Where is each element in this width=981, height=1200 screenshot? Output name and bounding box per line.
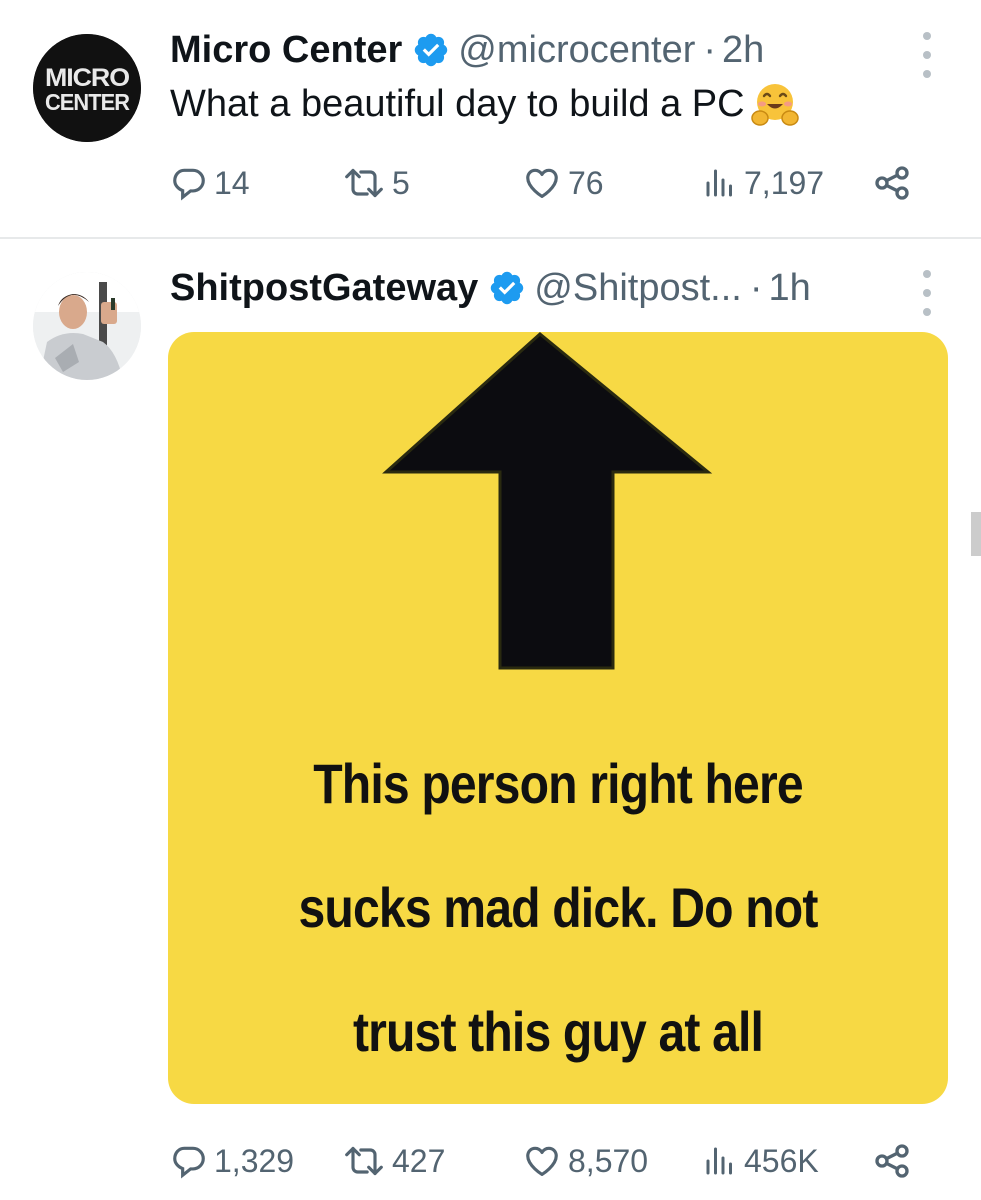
repost-button[interactable]: 427 <box>342 1136 445 1186</box>
view-count: 456K <box>744 1142 819 1179</box>
repost-button[interactable]: 5 <box>342 158 410 208</box>
reply-icon <box>173 1146 205 1179</box>
tweet-actions: 1,329 427 8,570 456K <box>170 1136 930 1186</box>
repost-icon <box>345 168 383 198</box>
reply-button[interactable]: 14 <box>170 158 250 208</box>
reply-button[interactable]: 1,329 <box>170 1136 294 1186</box>
handle[interactable]: @microcenter <box>458 29 695 72</box>
tweet[interactable]: MICRO CENTER Micro Center @microcenter ·… <box>0 0 981 238</box>
hugging-face-emoji-icon <box>750 84 799 126</box>
avatar-logo-line1: MICRO <box>45 64 130 92</box>
tweet-actions: 14 5 76 7,197 <box>170 158 930 208</box>
share-icon <box>875 166 909 200</box>
views-chart-icon <box>706 1147 732 1175</box>
media-caption: This person right here sucks mad dick. D… <box>223 722 894 1094</box>
tweet-header: ShitpostGateway @Shitpost... · 1h <box>170 266 811 310</box>
more-options-icon[interactable] <box>917 270 937 316</box>
tweet[interactable]: ShitpostGateway @Shitpost... · 1h This p… <box>0 240 981 1200</box>
media-caption-line: sucks mad dick. Do not <box>298 876 818 939</box>
repost-count: 5 <box>392 164 410 201</box>
up-arrow-icon <box>382 332 713 670</box>
like-count: 8,570 <box>568 1142 649 1179</box>
separator-dot: · <box>703 28 717 71</box>
share-button[interactable] <box>872 1136 912 1186</box>
tweet-media-image[interactable]: This person right here sucks mad dick. D… <box>168 332 948 1104</box>
handle[interactable]: @Shitpost... <box>534 267 742 310</box>
view-count: 7,197 <box>744 164 825 201</box>
verified-badge-icon <box>491 271 524 305</box>
tweet-divider <box>0 237 981 239</box>
tweet-text-content: What a beautiful day to build a PC <box>170 82 745 125</box>
repost-count: 427 <box>392 1142 446 1179</box>
avatar[interactable] <box>33 272 141 380</box>
heart-icon <box>526 1146 558 1177</box>
timestamp[interactable]: 1h <box>769 267 811 310</box>
timestamp[interactable]: 2h <box>722 29 764 72</box>
like-button[interactable]: 8,570 <box>522 1136 648 1186</box>
scrollbar-thumb[interactable] <box>971 512 981 556</box>
avatar[interactable]: MICRO CENTER <box>33 34 141 142</box>
tweet-header: Micro Center @microcenter · 2h <box>170 28 764 72</box>
views-button[interactable]: 7,197 <box>702 158 824 208</box>
like-button[interactable]: 76 <box>522 158 604 208</box>
display-name[interactable]: Micro Center <box>170 29 402 72</box>
reply-count: 14 <box>214 164 250 201</box>
reply-icon <box>173 168 205 201</box>
heart-icon <box>526 168 558 199</box>
share-icon <box>875 1144 909 1178</box>
separator-dot: · <box>749 266 763 309</box>
share-button[interactable] <box>872 158 912 208</box>
views-button[interactable]: 456K <box>702 1136 819 1186</box>
more-options-icon[interactable] <box>917 32 937 78</box>
views-chart-icon <box>706 169 732 197</box>
media-caption-line: trust this guy at all <box>352 1000 764 1063</box>
avatar-logo-line2: CENTER <box>45 89 130 115</box>
media-caption-line: This person right here <box>313 752 803 815</box>
tweet-text: What a beautiful day to build a PC <box>170 80 799 128</box>
reply-count: 1,329 <box>214 1142 295 1179</box>
display-name[interactable]: ShitpostGateway <box>170 267 478 310</box>
repost-icon <box>345 1146 383 1176</box>
verified-badge-icon <box>415 33 448 67</box>
like-count: 76 <box>568 164 604 201</box>
